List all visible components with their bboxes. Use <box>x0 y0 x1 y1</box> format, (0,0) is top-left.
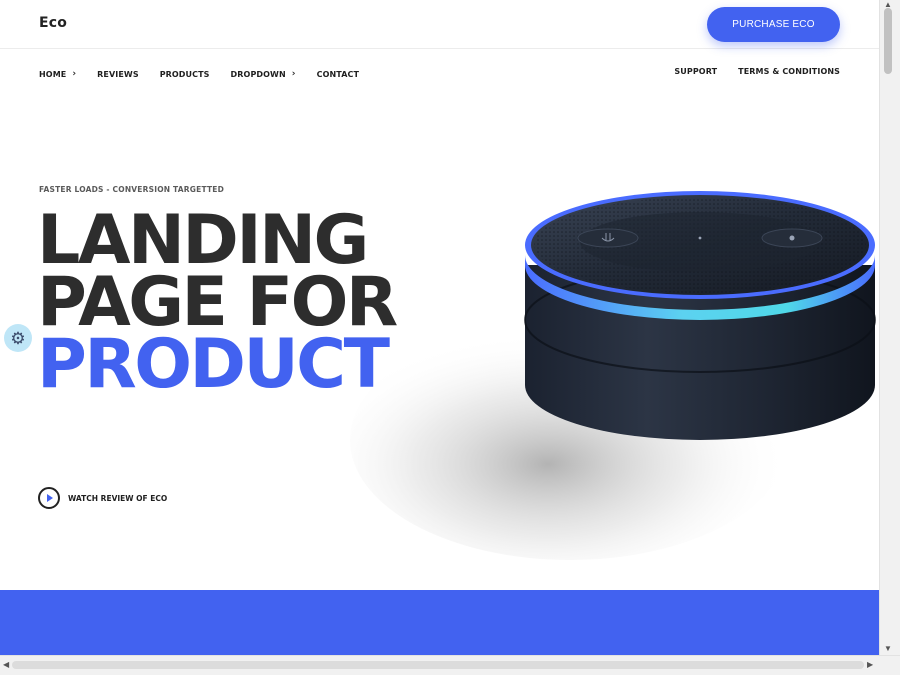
nav-item-label: PRODUCTS <box>159 69 210 79</box>
nav-item-label: REVIEWS <box>97 69 139 79</box>
logo[interactable]: Eco <box>39 15 67 31</box>
hero-tagline: FASTER LOADS - CONVERSION TARGETTED <box>39 185 225 194</box>
nav-item-products[interactable]: PRODUCTS <box>160 67 210 81</box>
purchase-button[interactable]: PURCHASE ECO <box>707 7 840 42</box>
nav-item-home[interactable]: HOME › <box>39 67 76 81</box>
nav-item-label: CONTACT <box>316 69 360 79</box>
scroll-right-icon[interactable]: ▶ <box>867 660 873 669</box>
horizontal-scrollbar[interactable]: ◀ ▶ <box>0 655 900 675</box>
nav-item-label: HOME <box>39 69 67 79</box>
main-nav: HOME › REVIEWS PRODUCTS DROPDOWN › CONTA… <box>39 67 380 81</box>
nav-item-dropdown[interactable]: DROPDOWN › <box>231 67 296 81</box>
scroll-down-icon[interactable]: ▼ <box>884 644 892 653</box>
mic-button-icon <box>577 228 639 248</box>
action-dot-icon <box>789 235 795 241</box>
landing-page: Eco PURCHASE ECO HOME › REVIEWS PRODUCTS… <box>0 0 879 655</box>
top-bar: Eco PURCHASE ECO <box>0 0 879 49</box>
settings-widget[interactable]: ⚙ <box>4 324 32 352</box>
gear-icon: ⚙ <box>10 328 26 348</box>
nav-item-contact[interactable]: CONTACT <box>317 67 359 81</box>
nav-item-label: TERMS & CONDITIONS <box>738 67 840 76</box>
vertical-scrollbar[interactable]: ▲ ▼ <box>879 0 900 655</box>
chevron-right-icon: › <box>291 69 296 79</box>
scroll-thumb[interactable] <box>884 8 892 74</box>
play-icon <box>38 487 60 509</box>
secondary-nav: SUPPORT TERMS & CONDITIONS <box>653 67 840 76</box>
watch-review-label: WATCH REVIEW OF ECO <box>68 493 168 503</box>
watch-review-link[interactable]: WATCH REVIEW OF ECO <box>38 487 167 509</box>
nav-item-label: SUPPORT <box>674 67 718 76</box>
scroll-left-icon[interactable]: ◀ <box>3 660 9 669</box>
nav-item-label: DROPDOWN <box>230 69 286 79</box>
accent-band <box>0 590 879 655</box>
product-image <box>350 191 876 560</box>
light-sensor-icon <box>698 236 702 240</box>
scroll-thumb-horizontal[interactable] <box>12 661 864 669</box>
nav-item-terms[interactable]: TERMS & CONDITIONS <box>738 67 840 76</box>
nav-item-support[interactable]: SUPPORT <box>674 67 717 76</box>
chevron-right-icon: › <box>72 69 77 79</box>
nav-item-reviews[interactable]: REVIEWS <box>97 67 139 81</box>
